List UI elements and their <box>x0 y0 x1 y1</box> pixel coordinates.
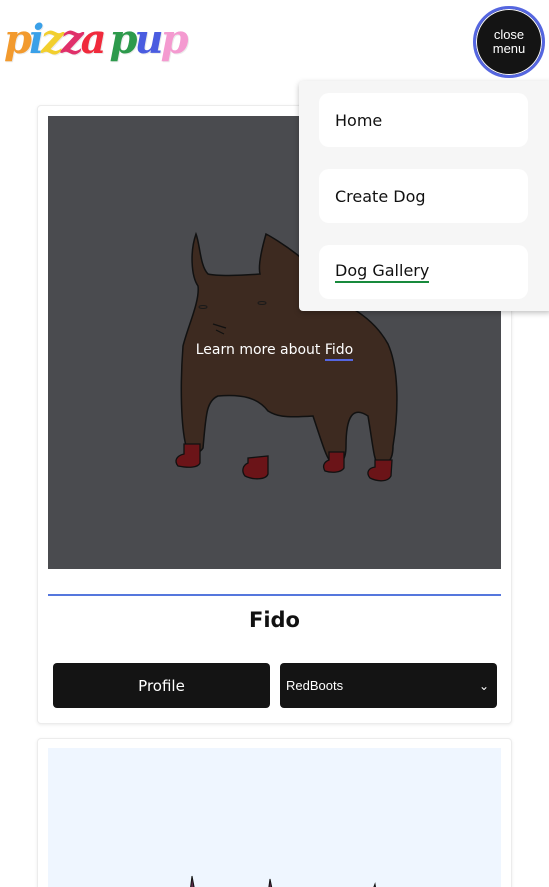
menu-item-create-dog[interactable]: Create Dog <box>319 169 528 223</box>
profile-button[interactable]: Profile <box>53 663 270 708</box>
logo-letter: p <box>4 16 32 63</box>
logo-letter: p <box>109 16 138 63</box>
chevron-down-icon: ⌄ <box>478 678 489 693</box>
logo-letter: a <box>80 16 107 63</box>
outfit-select-value: RedBoots <box>286 678 344 693</box>
close-menu-label-line2: menu <box>492 41 526 56</box>
menu-item-label: Home <box>335 110 383 130</box>
learn-more-text: Learn more about Fido <box>48 342 501 361</box>
nav-menu: Home Create Dog Dog Gallery <box>299 81 549 311</box>
dog-illustration <box>190 875 377 887</box>
menu-item-label: Dog Gallery <box>335 261 430 283</box>
logo-letter: i <box>28 16 44 63</box>
menu-item-dog-gallery[interactable]: Dog Gallery <box>319 245 528 299</box>
dog-card <box>37 738 512 887</box>
dog-name-link[interactable]: Fido <box>324 342 354 361</box>
menu-item-label: Create Dog <box>335 186 426 206</box>
logo-letter: u <box>134 16 164 63</box>
outfit-select[interactable]: RedBoots ⌄ <box>280 663 497 708</box>
close-menu-button[interactable]: close menu <box>473 6 545 78</box>
menu-item-home[interactable]: Home <box>319 93 528 147</box>
logo-letter: z <box>41 16 64 63</box>
pizzapup-logo[interactable]: p i z z a p u p <box>4 14 189 66</box>
logo-letter: z <box>60 16 84 63</box>
page: p i z z a p u p close menu Learn more ab… <box>0 0 549 887</box>
dog-name-heading: Fido <box>248 608 300 632</box>
dog-image[interactable] <box>48 748 501 887</box>
learn-more-prefix: Learn more about <box>195 342 325 358</box>
logo-letter: p <box>160 16 189 63</box>
close-menu-label-line1: close <box>493 27 525 42</box>
card-divider <box>48 594 501 596</box>
